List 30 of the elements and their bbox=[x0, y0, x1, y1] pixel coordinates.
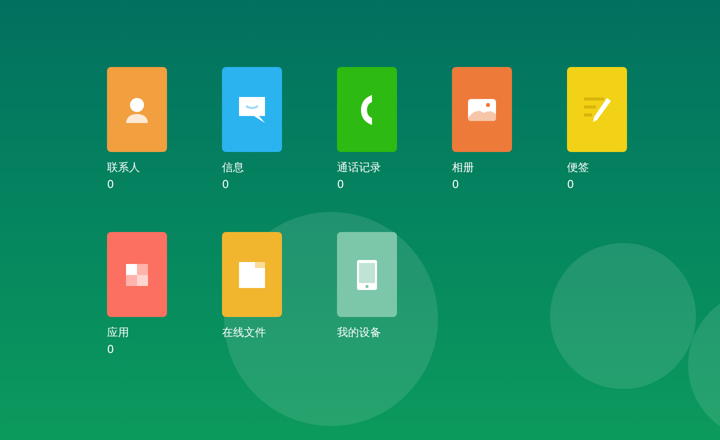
app-tile[interactable] bbox=[452, 67, 512, 152]
squares-icon bbox=[126, 264, 148, 286]
item-count: 0 bbox=[567, 178, 575, 192]
app-tile[interactable] bbox=[222, 67, 282, 152]
app-tile[interactable] bbox=[337, 232, 397, 317]
app-label: 信息 bbox=[222, 161, 245, 175]
app-tile[interactable] bbox=[567, 67, 627, 152]
app-label: 应用 bbox=[107, 326, 130, 340]
app-label: 我的设备 bbox=[337, 326, 382, 340]
item-count: 0 bbox=[107, 343, 115, 357]
item-count: 0 bbox=[452, 178, 460, 192]
picture-icon bbox=[468, 98, 496, 120]
app-tile[interactable] bbox=[107, 232, 167, 317]
app-label: 便签 bbox=[567, 161, 590, 175]
item-count: 0 bbox=[337, 178, 345, 192]
folder-icon bbox=[239, 262, 265, 288]
app-tile[interactable] bbox=[337, 67, 397, 152]
app-tile[interactable] bbox=[107, 67, 167, 152]
item-count: 0 bbox=[107, 178, 115, 192]
tablet-icon bbox=[357, 260, 377, 290]
app-tile[interactable] bbox=[222, 232, 282, 317]
person-icon bbox=[126, 96, 148, 122]
item-count: 0 bbox=[222, 178, 230, 192]
app-label: 联系人 bbox=[107, 161, 141, 175]
app-label: 在线文件 bbox=[222, 326, 267, 340]
app-label: 相册 bbox=[452, 161, 475, 175]
chat-bubble-icon bbox=[239, 96, 265, 122]
app-label: 通话记录 bbox=[337, 161, 382, 175]
phone-icon bbox=[361, 94, 373, 124]
pencil-icon bbox=[582, 96, 612, 124]
